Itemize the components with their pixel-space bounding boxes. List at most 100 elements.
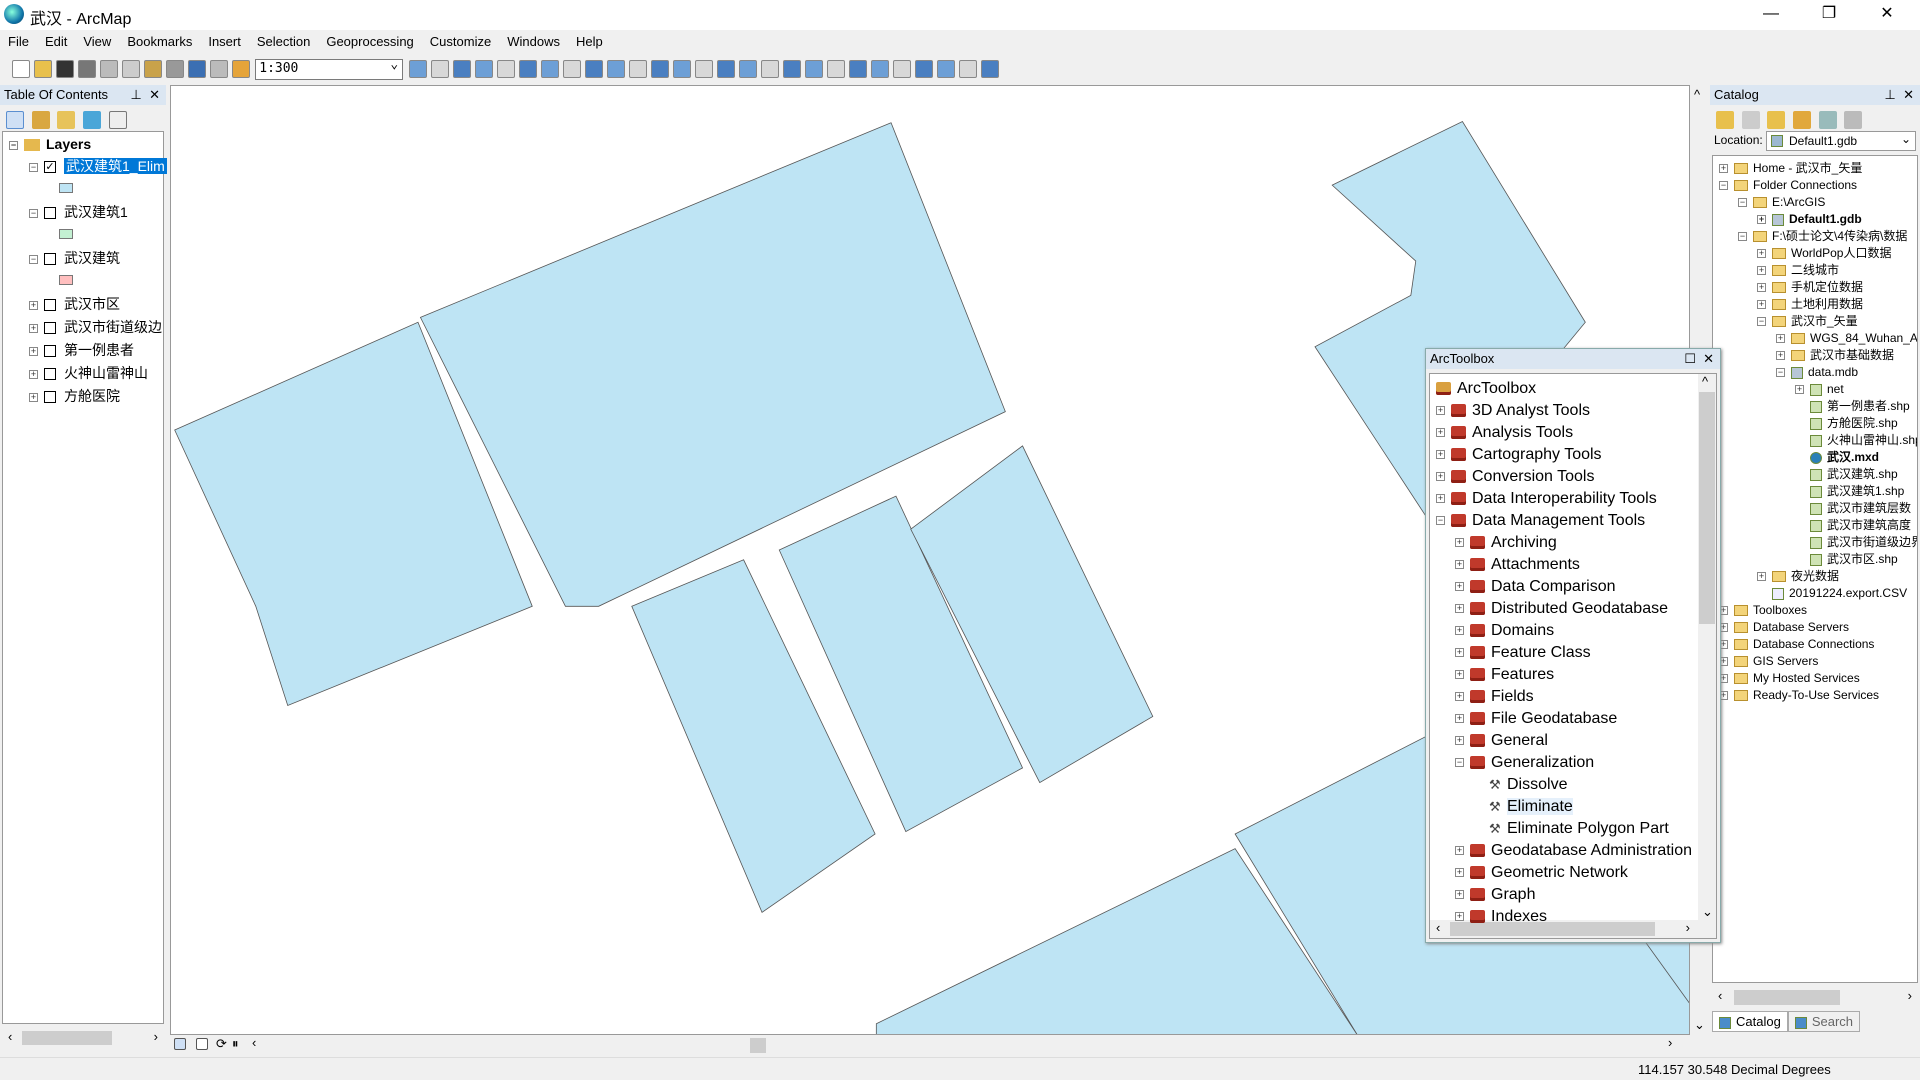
catalog-horizontal-scrollbar[interactable]: ‹ › (1712, 987, 1918, 1007)
catalog-item[interactable]: 火神山雷神山.shp (1795, 432, 1917, 449)
zoom-in-icon[interactable] (562, 60, 581, 78)
catalog-item[interactable]: + Default1.gdb (1757, 211, 1862, 228)
toolbox-item[interactable]: +3D Analyst Tools (1436, 400, 1590, 422)
catalog-item[interactable]: 第一例患者.shp (1795, 398, 1910, 415)
delete-icon[interactable] (165, 60, 184, 78)
toolbox-item[interactable]: + Geodatabase Administration (1455, 840, 1692, 862)
time-slider-icon[interactable] (958, 60, 977, 78)
list-by-visibility-icon[interactable] (57, 111, 76, 129)
layer-visibility-checkbox[interactable] (44, 207, 56, 220)
toolbox-item[interactable]: + Conversion Tools (1436, 466, 1594, 488)
catalog-item[interactable]: + 武汉市基础数据 (1776, 347, 1894, 364)
toolbox-item[interactable]: + Feature Class (1455, 642, 1591, 664)
undo-icon[interactable] (187, 60, 206, 78)
redo-icon[interactable] (209, 60, 228, 78)
toolbox-item[interactable]: + General (1455, 730, 1548, 752)
collapse-icon[interactable]: − (29, 162, 38, 172)
catalog-item[interactable]: + GIS Servers (1719, 653, 1818, 670)
layer-visibility-checkbox[interactable]: ✓ (44, 161, 56, 174)
catalog-item[interactable]: 武汉建筑.shp (1795, 466, 1898, 483)
open-icon[interactable] (33, 60, 52, 78)
expand-icon[interactable]: + (1757, 215, 1766, 225)
catalog-item[interactable]: − data.mdb (1776, 364, 1858, 381)
toc-layer[interactable]: − 武汉建筑1 (29, 202, 128, 222)
catalog-item[interactable]: + Ready-To-Use Services (1719, 687, 1879, 704)
expand-icon[interactable]: + (1455, 582, 1464, 592)
expand-icon[interactable]: + (1757, 300, 1766, 310)
catalog-item[interactable]: − F:\硕士论文\4传染病\数据 (1738, 228, 1907, 245)
toolbox-item[interactable]: − Generalization (1455, 752, 1594, 774)
menu-help[interactable]: Help (568, 32, 611, 51)
expand-icon[interactable]: + (29, 323, 38, 333)
expand-icon[interactable]: + (1795, 385, 1804, 395)
map-scale-combobox[interactable]: 1:300 (255, 57, 404, 80)
new-icon[interactable] (11, 60, 30, 78)
select-elements-icon[interactable] (782, 60, 801, 78)
toolbox-item[interactable]: + Data Interoperability Tools (1436, 488, 1657, 510)
layer-symbol-swatch[interactable] (59, 183, 73, 193)
create-viewer-icon[interactable] (980, 60, 999, 78)
expand-icon[interactable]: + (1757, 266, 1766, 276)
expand-icon[interactable]: + (1455, 560, 1464, 570)
data-view-button[interactable] (174, 1038, 186, 1050)
catalog-item[interactable]: − E:\ArcGIS (1738, 194, 1825, 211)
toc-horizontal-scrollbar[interactable]: ‹ › (2, 1028, 164, 1048)
expand-icon[interactable]: + (29, 300, 38, 310)
layer-visibility-checkbox[interactable] (44, 345, 56, 358)
go-to-xy-icon[interactable] (936, 60, 955, 78)
pin-icon[interactable]: ⊥ (131, 87, 142, 102)
toolbox-item[interactable]: + Fields (1455, 686, 1534, 708)
catalog-item[interactable]: 武汉市建筑层数（备 (1795, 500, 1917, 517)
pin-icon[interactable]: ⊥ (1885, 87, 1896, 102)
catalog-item[interactable]: + net (1795, 381, 1844, 398)
menu-edit[interactable]: Edit (37, 32, 75, 51)
minimize-button[interactable]: — (1742, 0, 1800, 30)
catalog-item[interactable]: 20191224.export.CSV (1757, 585, 1907, 602)
views-icon[interactable] (1844, 111, 1863, 129)
model-builder-icon[interactable] (540, 60, 559, 78)
refresh-icon[interactable]: ⟳ (216, 1036, 227, 1052)
scroll-right-icon[interactable]: › (1668, 1035, 1672, 1050)
fixed-zoom-in-icon[interactable] (650, 60, 669, 78)
catalog-item[interactable]: 武汉建筑1.shp (1795, 483, 1904, 500)
catalog-item[interactable]: + 夜光数据 (1757, 568, 1839, 585)
collapse-icon[interactable]: − (1738, 232, 1747, 242)
expand-icon[interactable]: + (1757, 572, 1766, 582)
search-window-icon[interactable] (474, 60, 493, 78)
collapse-icon[interactable]: − (1719, 181, 1728, 191)
zoom-out-icon[interactable] (584, 60, 603, 78)
close-icon[interactable]: ✕ (1703, 351, 1714, 366)
expand-icon[interactable]: + (29, 369, 38, 379)
toc-layer[interactable]: + 第一例患者 (29, 340, 134, 360)
toc-layer[interactable]: − 武汉建筑 (29, 248, 120, 268)
back-extent-icon[interactable] (694, 60, 713, 78)
collapse-icon[interactable]: − (1738, 198, 1747, 208)
up-one-level-icon[interactable] (1767, 111, 1786, 129)
fixed-zoom-out-icon[interactable] (672, 60, 691, 78)
layout-view-button[interactable] (195, 1038, 208, 1050)
arctoolbox-root[interactable]: ArcToolbox (1436, 378, 1536, 400)
expand-icon[interactable]: + (1776, 351, 1785, 361)
collapse-icon[interactable]: − (9, 140, 18, 150)
layer-visibility-checkbox[interactable] (44, 391, 56, 404)
expand-icon[interactable]: + (1455, 846, 1464, 856)
catalog-item[interactable]: − 武汉市_矢量 (1757, 313, 1858, 330)
expand-icon[interactable]: + (1455, 736, 1464, 746)
pause-icon[interactable]: ⏸ (232, 1036, 239, 1052)
tab-catalog[interactable]: Catalog (1712, 1011, 1788, 1032)
toc-layer[interactable]: + 武汉市街道级边 (29, 317, 162, 337)
map-horizontal-scroll-thumb[interactable] (750, 1038, 766, 1053)
toc-layer[interactable]: − ✓ 武汉建筑1_Elim (29, 156, 167, 176)
toolbox-item[interactable]: + Archiving (1455, 532, 1557, 554)
menu-geoprocessing[interactable]: Geoprocessing (318, 32, 421, 51)
toolbox-item[interactable]: + Data Comparison (1455, 576, 1616, 598)
arctoolbox-window-icon[interactable] (496, 60, 515, 78)
toolbox-item[interactable]: + Distributed Geodatabase (1455, 598, 1668, 620)
close-icon[interactable]: ✕ (1903, 87, 1914, 102)
layers-dataframe[interactable]: − Layers (9, 134, 91, 154)
toolbox-item[interactable]: + Attachments (1455, 554, 1580, 576)
expand-icon[interactable]: + (1436, 472, 1445, 482)
expand-icon[interactable]: + (1455, 890, 1464, 900)
python-icon[interactable] (518, 60, 537, 78)
cut-icon[interactable] (99, 60, 118, 78)
